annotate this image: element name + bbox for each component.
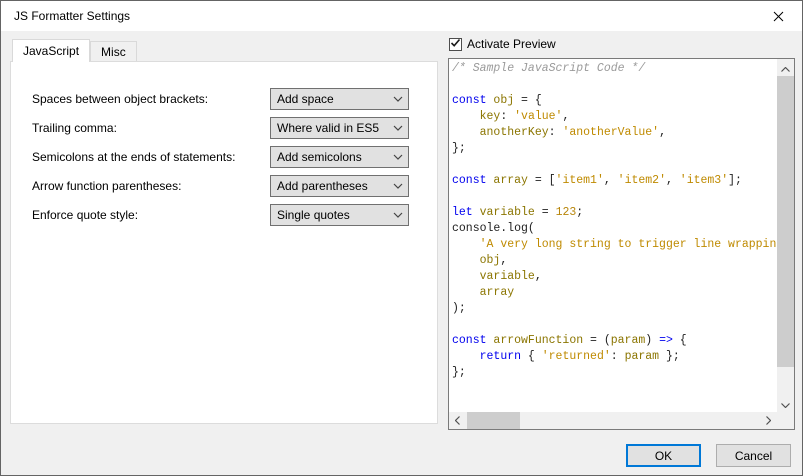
tab-misc[interactable]: Misc [90,41,137,62]
code-line: const obj = { [452,93,777,109]
vertical-scroll-thumb[interactable] [777,76,794,367]
tab-strip: JavaScript Misc [12,39,137,62]
dropdown-arrow-function-parentheses[interactable]: Add parentheses [270,175,409,197]
checkmark-icon [450,35,461,53]
chevron-down-icon [388,125,408,131]
chevron-down-icon [388,212,408,218]
form-label-semicolons: Semicolons at the ends of statements: [32,150,235,164]
scroll-up-button[interactable] [777,59,794,76]
code-line: const arrowFunction = (param) => { [452,333,777,349]
dropdown-value: Add parentheses [271,179,388,193]
code-preview-text: /* Sample JavaScript Code */ const obj = … [449,59,777,412]
ok-button[interactable]: OK [626,444,701,467]
code-line: }; [452,365,777,381]
scroll-left-button[interactable] [449,412,466,429]
code-line: let variable = 123; [452,205,777,221]
code-line [452,317,777,333]
dropdown-trailing-comma[interactable]: Where valid in ES5 [270,117,409,139]
activate-preview-label: Activate Preview [467,37,556,51]
dropdown-spaces-between-object-brackets[interactable]: Add space [270,88,409,110]
code-line: const array = ['item1', 'item2', 'item3'… [452,173,777,189]
code-line: console.log( [452,221,777,237]
chevron-up-icon [781,59,790,77]
code-line: array [452,285,777,301]
activate-preview-checkbox[interactable] [449,38,462,51]
chevron-down-icon [388,96,408,102]
form-label-spaces-between-object-brackets: Spaces between object brackets: [32,92,208,106]
code-line: obj, [452,253,777,269]
activate-preview-row[interactable]: Activate Preview [449,37,556,51]
tab-javascript[interactable]: JavaScript [12,39,90,62]
form-label-trailing-comma: Trailing comma: [32,121,117,135]
horizontal-scrollbar[interactable] [449,412,777,429]
scroll-right-button[interactable] [760,412,777,429]
code-line: /* Sample JavaScript Code */ [452,61,777,77]
code-line: key: 'value', [452,109,777,125]
chevron-right-icon [766,412,771,430]
dropdown-value: Where valid in ES5 [271,121,388,135]
horizontal-scroll-thumb[interactable] [467,412,520,429]
form-label-enforce-quote-style: Enforce quote style: [32,208,138,222]
code-line [452,189,777,205]
cancel-button[interactable]: Cancel [716,444,791,467]
code-line [452,157,777,173]
dropdown-value: Add space [271,92,388,106]
form-label-arrow-function-parentheses: Arrow function parentheses: [32,179,181,193]
dropdown-semicolons[interactable]: Add semicolons [270,146,409,168]
scroll-down-button[interactable] [777,395,794,412]
window-title: JS Formatter Settings [14,1,130,31]
vertical-scrollbar[interactable] [777,59,794,412]
code-line: ); [452,301,777,317]
code-preview-box: /* Sample JavaScript Code */ const obj = … [448,58,795,430]
code-line: return { 'returned': param }; [452,349,777,365]
dropdown-value: Single quotes [271,208,388,222]
js-formatter-settings-dialog: JS Formatter Settings JavaScript Misc Sp… [0,0,803,476]
dropdown-value: Add semicolons [271,150,388,164]
dropdown-enforce-quote-style[interactable]: Single quotes [270,204,409,226]
code-line: anotherKey: 'anotherValue', [452,125,777,141]
chevron-down-icon [388,183,408,189]
chevron-left-icon [455,412,460,430]
code-line: 'A very long string to trigger line wrap… [452,237,777,253]
scrollbar-corner [777,412,794,429]
code-line [452,77,777,93]
title-bar[interactable]: JS Formatter Settings [1,1,802,31]
close-button[interactable] [756,2,801,30]
code-line: }; [452,141,777,157]
code-line: variable, [452,269,777,285]
chevron-down-icon [781,395,790,413]
chevron-down-icon [388,154,408,160]
tab-page-javascript: Spaces between object brackets: Add space… [10,61,438,424]
close-icon [773,11,784,22]
